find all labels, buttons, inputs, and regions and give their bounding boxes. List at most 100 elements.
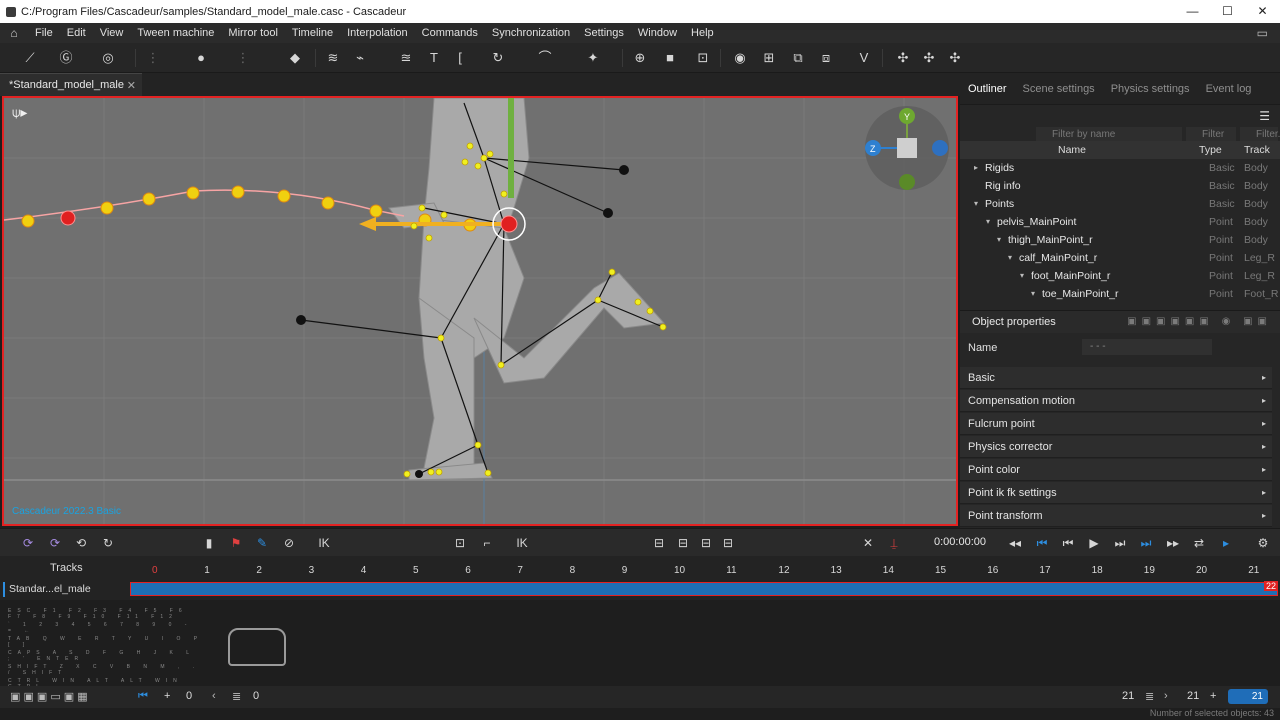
- fit-icon[interactable]: ⊡: [452, 535, 468, 551]
- name-field[interactable]: - - -: [1082, 339, 1212, 355]
- text-icon[interactable]: T: [426, 50, 442, 66]
- eraser-icon[interactable]: ◆: [287, 50, 303, 66]
- section-compensation-motion[interactable]: Compensation motion ▸: [960, 390, 1272, 412]
- step-up-icon[interactable]: ⋮: [235, 50, 251, 66]
- timeline-ruler[interactable]: 0 1 2 3 4 5 6 7 8 9 10 11 12 13 14 15 16 17 18 19 20 21: [130, 556, 1280, 582]
- minimize-button[interactable]: —: [1175, 0, 1210, 23]
- tree-row[interactable]: Rig info Basic Body: [960, 177, 1280, 195]
- tab-physics-settings[interactable]: Physics settings: [1103, 83, 1198, 95]
- menu-file[interactable]: File: [28, 27, 60, 39]
- start-frame-field[interactable]: 0: [186, 690, 192, 702]
- section-point-transform[interactable]: Point transform ▸: [960, 505, 1272, 527]
- add-end-frame-icon[interactable]: +: [1210, 690, 1216, 702]
- wrench-icon[interactable]: ✎: [254, 535, 270, 551]
- col-track[interactable]: Track: [1244, 144, 1270, 156]
- section-point-color[interactable]: Point color ▸: [960, 459, 1272, 481]
- frame-icon[interactable]: ⊡: [695, 50, 711, 66]
- key-next-icon[interactable]: ⊟: [698, 535, 714, 551]
- view-icons[interactable]: ▣ ▣ ▣ ▭ ▣ ▦: [10, 690, 88, 703]
- close-tab-icon[interactable]: ✕: [127, 79, 136, 92]
- go-start-icon[interactable]: ⏮: [138, 690, 148, 703]
- timeline[interactable]: Tracks 0 1 2 3 4 5 6 7 8 9 10 11 12 13 14 15 16 17 18 19 20 2…: [0, 556, 1280, 600]
- home-icon[interactable]: ⌂: [0, 26, 28, 40]
- section-fulcrum-point[interactable]: Fulcrum point ▸: [960, 413, 1272, 435]
- document-tab[interactable]: *Standard_model_male ✕: [0, 73, 142, 96]
- key-step-icon[interactable]: ⊟: [651, 535, 667, 551]
- menu-view[interactable]: View: [93, 27, 131, 39]
- add-frame-icon[interactable]: +: [164, 690, 170, 702]
- curve-icon[interactable]: ⌁: [352, 50, 368, 66]
- playhead-icon[interactable]: ⍊: [886, 535, 902, 551]
- prev-frame-icon[interactable]: ⏮: [1060, 535, 1076, 551]
- maximize-button[interactable]: ☐: [1210, 0, 1245, 23]
- rotate-icon[interactable]: ↻: [490, 50, 506, 66]
- ik-toggle[interactable]: IK: [316, 535, 332, 551]
- tree-row[interactable]: ▾ pelvis_MainPoint Point Body: [960, 213, 1280, 231]
- cascadeur-logo-icon[interactable]: V: [856, 50, 872, 66]
- end-frame-field[interactable]: 21: [1122, 690, 1134, 702]
- loop-icon[interactable]: ⇄: [1191, 535, 1207, 551]
- hotkey-keyboard-map[interactable]: ESC F1 F2 F3 F4 F5 F6 F7 F8 F9 F10 F11 F…: [8, 604, 204, 690]
- expand-arrow-icon[interactable]: ▾: [974, 199, 978, 208]
- physics-icon[interactable]: ✣: [895, 50, 911, 66]
- tab-outliner[interactable]: Outliner: [960, 83, 1015, 95]
- refresh-icon[interactable]: ↻: [100, 535, 116, 551]
- menu-interpolation[interactable]: Interpolation: [340, 27, 415, 39]
- ik-cycle-icon[interactable]: ⟳: [20, 535, 36, 551]
- section-physics-corrector[interactable]: Physics corrector ▸: [960, 436, 1272, 458]
- trail-current-keyframe[interactable]: [60, 210, 76, 226]
- track-row[interactable]: Standar...el_male 22: [0, 581, 1280, 597]
- graph-tool-icon[interactable]: ⟋: [22, 50, 38, 66]
- character-model[interactable]: [388, 98, 666, 481]
- menu-settings[interactable]: Settings: [577, 27, 631, 39]
- physics-settings-icon[interactable]: ✣: [947, 50, 963, 66]
- settings-gear-icon[interactable]: ⚙: [1255, 535, 1271, 551]
- tree-row[interactable]: ▸ Rigids Basic Body: [960, 159, 1280, 177]
- menu-help[interactable]: Help: [684, 27, 721, 39]
- go-end-button[interactable]: 21: [1228, 689, 1268, 704]
- last-frame-icon[interactable]: ⏭: [1138, 535, 1154, 551]
- bracket-icon[interactable]: [: [452, 50, 468, 66]
- section-point-ik-fk-settings[interactable]: Point ik fk settings ▸: [960, 482, 1272, 504]
- physics-alt-icon[interactable]: ✣: [921, 50, 937, 66]
- tree-row[interactable]: ▾ foot_MainPoint_r Point Leg_R: [960, 267, 1280, 285]
- section-basic[interactable]: Basic ▸: [960, 367, 1272, 389]
- track-keyframes-bar[interactable]: 22: [130, 581, 1278, 596]
- menu-icon[interactable]: ☰: [1259, 109, 1270, 123]
- rewind-icon[interactable]: ◂◂: [1007, 535, 1023, 551]
- runner-icon[interactable]: ✦: [585, 50, 601, 66]
- close-window-button[interactable]: ✕: [1245, 0, 1280, 23]
- disable-icon[interactable]: ⊘: [281, 535, 297, 551]
- copy-pose-icon[interactable]: ⧉: [790, 50, 806, 66]
- mouse-map-icon[interactable]: [228, 628, 286, 666]
- expand-arrow-icon[interactable]: ▾: [1008, 253, 1012, 262]
- interpolation-icon[interactable]: ≋: [325, 50, 341, 66]
- step-down-icon[interactable]: ⋮: [145, 50, 161, 66]
- spiral-icon[interactable]: ◉: [732, 50, 748, 66]
- tree-row[interactable]: ▾ calf_MainPoint_r Point Leg_R: [960, 249, 1280, 267]
- paste-pose-icon[interactable]: ⧈: [818, 50, 834, 66]
- expand-arrow-icon[interactable]: ▾: [986, 217, 990, 226]
- key-prev-icon[interactable]: ⊟: [675, 535, 691, 551]
- tab-event-log[interactable]: Event log: [1198, 83, 1260, 95]
- menu-mirror-tool[interactable]: Mirror tool: [221, 27, 285, 39]
- flag-icon[interactable]: ⚑: [228, 535, 244, 551]
- tree-row[interactable]: ▾ Points Basic Body: [960, 195, 1280, 213]
- camera-icon[interactable]: ■: [662, 50, 678, 66]
- properties-toolbar-icons[interactable]: ▣▣▣▣▣▣ ◉ ▣▣: [1127, 316, 1272, 327]
- current-frame-field[interactable]: 0: [253, 690, 259, 702]
- interp-icon[interactable]: ⌐: [479, 535, 495, 551]
- menu-window[interactable]: Window: [631, 27, 684, 39]
- point-icon[interactable]: ●: [193, 50, 209, 66]
- tree-row[interactable]: ▾ toe_MainPoint_r Point Foot_R: [960, 285, 1280, 303]
- list-icon-right[interactable]: ≣: [1145, 690, 1154, 703]
- track-name[interactable]: Standar...el_male: [3, 582, 127, 597]
- nav-gizmo[interactable]: Y Z: [865, 106, 949, 190]
- expand-arrow-icon[interactable]: ▾: [997, 235, 1001, 244]
- selected-point[interactable]: [500, 215, 518, 233]
- selection-mode-icon[interactable]: ⍦▸: [12, 104, 27, 121]
- expand-arrow-icon[interactable]: ▾: [1031, 289, 1035, 298]
- target-icon[interactable]: ⊕: [632, 50, 648, 66]
- tab-scene-settings[interactable]: Scene settings: [1015, 83, 1103, 95]
- next-icon[interactable]: ›: [1164, 690, 1168, 702]
